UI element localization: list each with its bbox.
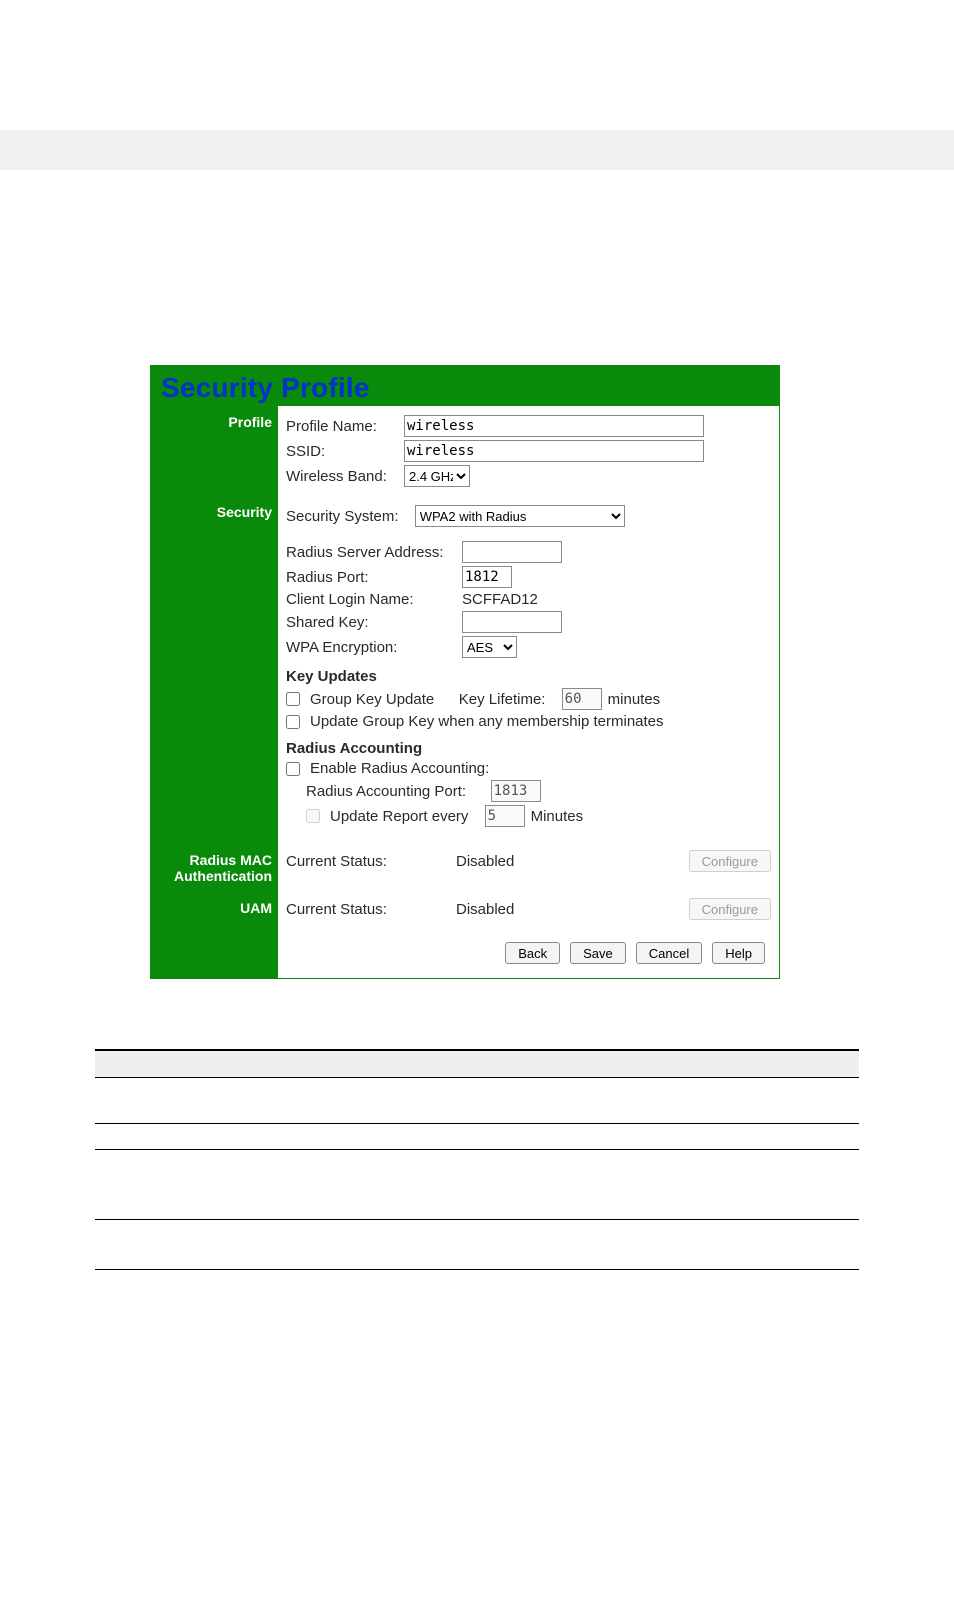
uam-configure-button[interactable]: Configure xyxy=(689,898,771,920)
section-heading-profile: Profile xyxy=(151,406,278,496)
radius-server-address-input[interactable] xyxy=(462,541,562,563)
radius-accounting-port-label: Radius Accounting Port: xyxy=(306,783,466,800)
enable-radius-accounting-checkbox[interactable] xyxy=(286,762,300,776)
doc-table-cell xyxy=(255,1269,859,1299)
key-lifetime-label: Key Lifetime: xyxy=(459,691,546,708)
radius-server-address-label: Radius Server Address: xyxy=(286,544,456,561)
doc-table xyxy=(95,1051,859,1299)
group-key-update-label: Group Key Update xyxy=(310,691,434,708)
doc-table-row xyxy=(95,1077,859,1123)
group-key-update-checkbox[interactable] xyxy=(286,692,300,706)
cancel-button[interactable]: Cancel xyxy=(636,942,702,964)
radius-mac-status-label: Current Status: xyxy=(286,853,456,870)
page-title: Security Profile xyxy=(161,372,370,403)
update-group-key-terminate-label: Update Group Key when any membership ter… xyxy=(310,713,664,730)
section-content-radius-mac: Current Status: Disabled Configure xyxy=(278,844,779,892)
doc-table-cell xyxy=(95,1077,255,1123)
doc-table-cell xyxy=(255,1219,859,1269)
update-group-key-terminate-checkbox[interactable] xyxy=(286,715,300,729)
doc-table-cell xyxy=(95,1219,255,1269)
doc-table-header-1 xyxy=(255,1051,859,1077)
ssid-input[interactable] xyxy=(404,440,704,462)
section-content-profile: Profile Name: SSID: Wireless Band: 2.4 G… xyxy=(278,406,779,496)
security-profile-panel: Security Profile Profile Profile Name: S… xyxy=(150,365,780,979)
section-heading-radius-mac: Radius MAC Authentication xyxy=(151,844,278,892)
wpa-encryption-label: WPA Encryption: xyxy=(286,639,456,656)
uam-status-label: Current Status: xyxy=(286,901,456,918)
help-button[interactable]: Help xyxy=(712,942,765,964)
profile-name-label: Profile Name: xyxy=(286,418,398,435)
doc-table-row xyxy=(95,1269,859,1299)
doc-table-block xyxy=(0,1049,954,1299)
radius-port-label: Radius Port: xyxy=(286,569,456,586)
section-heading-uam: UAM xyxy=(151,892,278,926)
save-button[interactable]: Save xyxy=(570,942,626,964)
doc-table-cell xyxy=(255,1077,859,1123)
radius-accounting-port-input[interactable] xyxy=(491,780,541,802)
section-heading-security: Security xyxy=(151,496,278,844)
doc-table-row xyxy=(95,1149,859,1219)
doc-table-cell xyxy=(95,1123,255,1149)
update-report-input[interactable] xyxy=(485,805,525,827)
section-content-uam: Current Status: Disabled Configure xyxy=(278,892,779,926)
section-heading-buttons xyxy=(151,926,278,978)
section-content-security: Security System: WPA2 with Radius Radius… xyxy=(278,496,779,844)
radius-accounting-header: Radius Accounting xyxy=(286,740,771,757)
update-report-units: Minutes xyxy=(531,808,584,825)
client-login-name-label: Client Login Name: xyxy=(286,591,456,608)
shared-key-input[interactable] xyxy=(462,611,562,633)
security-system-label: Security System: xyxy=(286,508,399,525)
key-lifetime-input[interactable] xyxy=(562,688,602,710)
top-gray-bar xyxy=(0,130,954,170)
wpa-encryption-select[interactable]: AES xyxy=(462,636,517,658)
radius-mac-status-value: Disabled xyxy=(456,853,689,870)
update-report-checkbox[interactable] xyxy=(306,809,320,823)
wireless-band-select[interactable]: 2.4 GHz xyxy=(404,465,470,487)
doc-table-cell xyxy=(255,1149,859,1219)
doc-table-cell xyxy=(255,1123,859,1149)
shared-key-label: Shared Key: xyxy=(286,614,456,631)
radius-port-input[interactable] xyxy=(462,566,512,588)
wireless-band-label: Wireless Band: xyxy=(286,468,398,485)
doc-table-header-0 xyxy=(95,1051,255,1077)
enable-radius-accounting-label: Enable Radius Accounting: xyxy=(310,760,489,777)
doc-table-cell xyxy=(95,1149,255,1219)
profile-name-input[interactable] xyxy=(404,415,704,437)
update-report-label: Update Report every xyxy=(330,808,468,825)
doc-table-cell xyxy=(95,1269,255,1299)
panel-title-bar: Security Profile xyxy=(151,366,779,406)
radius-mac-configure-button[interactable]: Configure xyxy=(689,850,771,872)
doc-table-row xyxy=(95,1219,859,1269)
uam-status-value: Disabled xyxy=(456,901,689,918)
section-content-buttons: Back Save Cancel Help xyxy=(278,926,779,978)
key-lifetime-units: minutes xyxy=(608,691,661,708)
ssid-label: SSID: xyxy=(286,443,398,460)
client-login-name-value: SCFFAD12 xyxy=(462,591,538,608)
doc-table-header-row xyxy=(95,1051,859,1077)
doc-table-row xyxy=(95,1123,859,1149)
security-system-select[interactable]: WPA2 with Radius xyxy=(415,505,625,527)
key-updates-header: Key Updates xyxy=(286,668,771,685)
back-button[interactable]: Back xyxy=(505,942,560,964)
